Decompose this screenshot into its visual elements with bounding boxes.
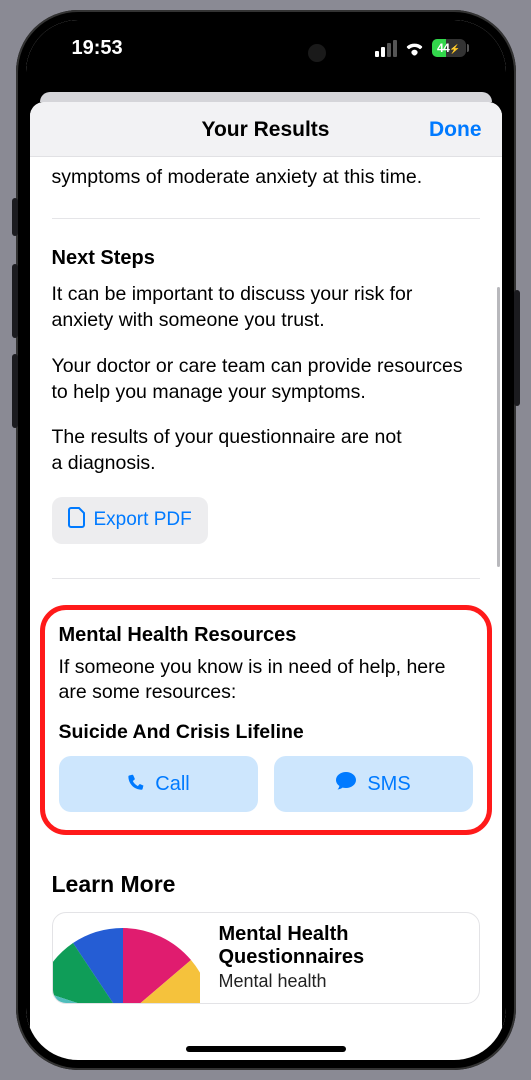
page-title: Your Results xyxy=(202,118,330,142)
cellular-icon xyxy=(375,40,397,57)
learn-more-section: Learn More xyxy=(30,835,502,1004)
power-button xyxy=(514,290,520,406)
document-icon xyxy=(68,507,85,534)
next-steps-p1: It can be important to discuss your risk… xyxy=(52,282,480,333)
divider xyxy=(52,218,480,219)
home-indicator[interactable] xyxy=(186,1046,346,1052)
modal-backdrop: Your Results Done symptoms of moderate a… xyxy=(26,76,506,1060)
next-steps-p2: Your doctor or care team can provide res… xyxy=(52,354,480,405)
learn-more-card[interactable]: Mental Health Questionnaires Mental heal… xyxy=(52,912,480,1004)
next-steps-p3: The results of your questionnaire are no… xyxy=(52,425,480,476)
screen: 19:53 44⚡ Your Results Done xyxy=(26,20,506,1060)
dynamic-island xyxy=(196,34,336,72)
results-modal: Your Results Done symptoms of moderate a… xyxy=(30,102,502,1060)
battery-icon: 44⚡ xyxy=(432,39,466,57)
phone-frame: 19:53 44⚡ Your Results Done xyxy=(16,10,516,1070)
wifi-icon xyxy=(404,41,425,56)
lifeline-title: Suicide And Crisis Lifeline xyxy=(59,721,473,744)
done-button[interactable]: Done xyxy=(429,118,482,142)
export-pdf-label: Export PDF xyxy=(94,509,192,531)
status-time: 19:53 xyxy=(72,37,123,60)
nav-header: Your Results Done xyxy=(30,102,502,157)
call-button[interactable]: Call xyxy=(59,756,258,812)
call-label: Call xyxy=(155,773,189,796)
card-stack-peek xyxy=(40,92,492,102)
lifeline-actions: Call SMS xyxy=(59,756,473,812)
sms-button[interactable]: SMS xyxy=(274,756,473,812)
volume-up-button xyxy=(12,264,18,338)
pie-chart-icon xyxy=(53,913,201,1003)
side-button xyxy=(12,198,18,236)
sms-label: SMS xyxy=(367,773,410,796)
mental-health-resources-section: Mental Health Resources If someone you k… xyxy=(40,605,492,836)
status-right: 44⚡ xyxy=(375,39,466,57)
next-steps-section: Next Steps It can be important to discus… xyxy=(30,247,502,543)
learn-more-title: Learn More xyxy=(52,871,480,898)
resources-intro: If someone you know is in need of help, … xyxy=(59,655,473,706)
resources-title: Mental Health Resources xyxy=(59,624,473,647)
content-scroll[interactable]: symptoms of moderate anxiety at this tim… xyxy=(30,157,502,1060)
export-pdf-button[interactable]: Export PDF xyxy=(52,497,208,544)
next-steps-title: Next Steps xyxy=(52,247,480,270)
phone-icon xyxy=(126,772,145,797)
divider xyxy=(52,578,480,579)
learn-card-subtitle: Mental health xyxy=(218,971,478,992)
learn-card-title: Mental Health Questionnaires xyxy=(218,923,478,969)
message-icon xyxy=(335,771,357,797)
result-summary-text: symptoms of moderate anxiety at this tim… xyxy=(52,157,480,190)
volume-down-button xyxy=(12,354,18,428)
scrollbar[interactable] xyxy=(497,287,500,567)
